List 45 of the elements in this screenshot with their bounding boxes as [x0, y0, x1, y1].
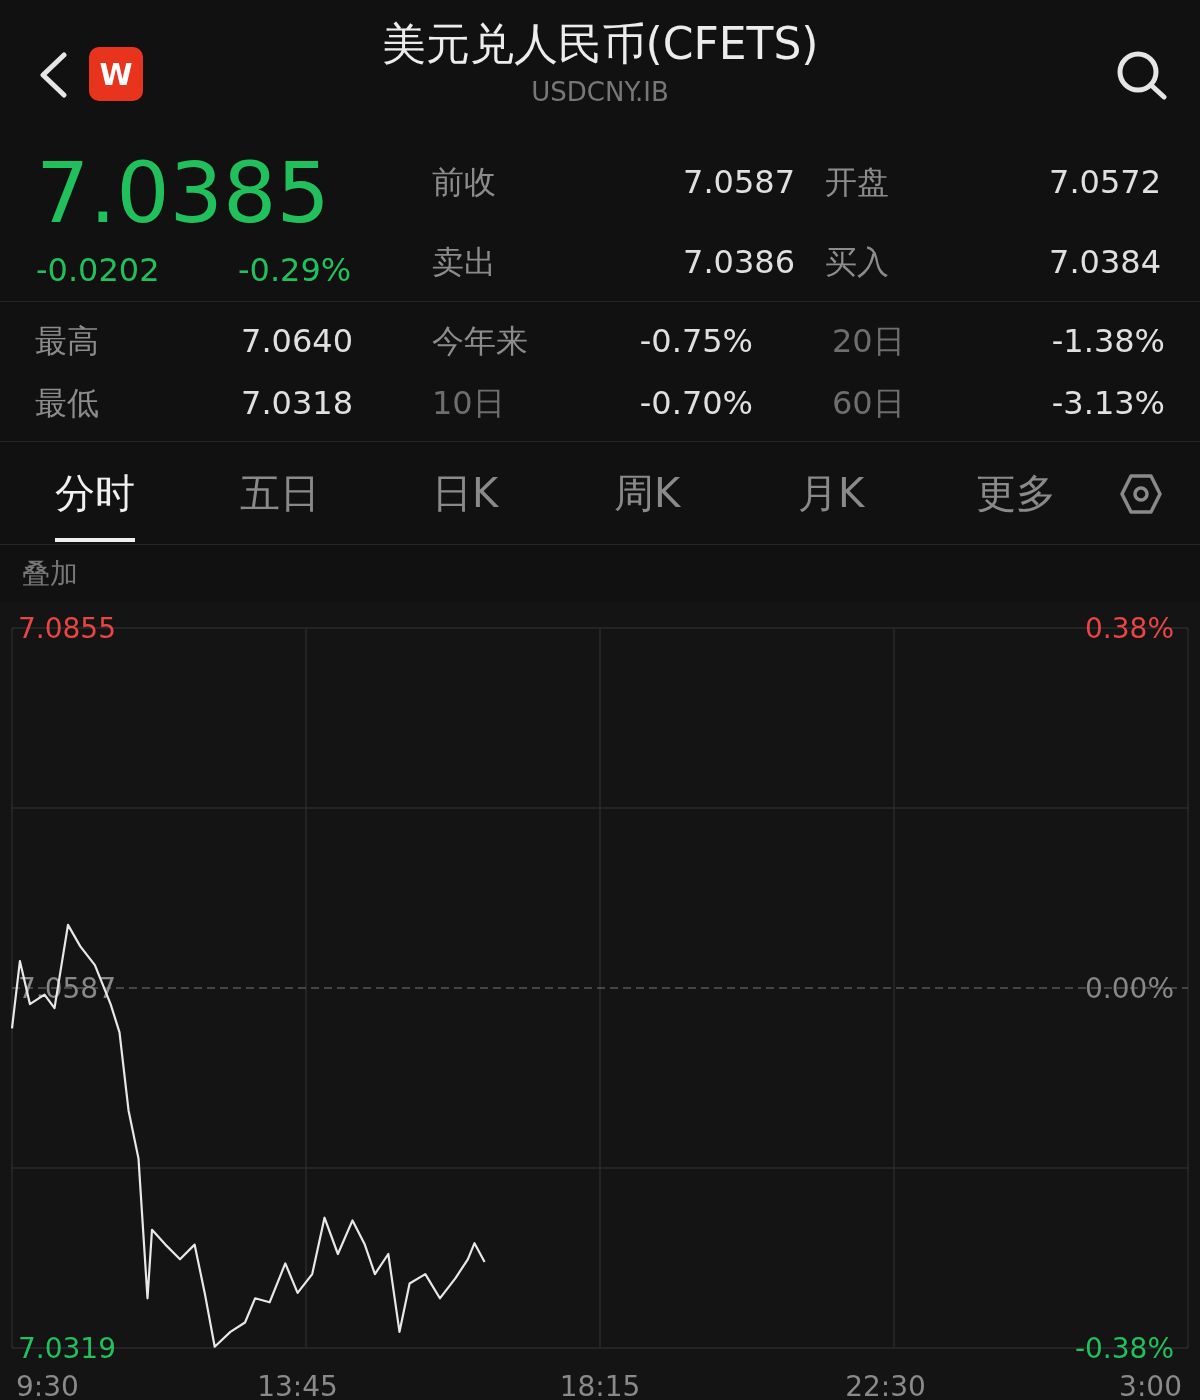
stat-value: -3.13%: [1051, 383, 1165, 422]
chart-tab[interactable]: 五日: [240, 466, 320, 542]
page-title: 美元兑人民币(CFETS): [381, 17, 819, 71]
chart-tab[interactable]: 周K: [614, 466, 681, 542]
stat-value: -1.38%: [1051, 321, 1165, 360]
percent-change: -0.29%: [238, 250, 352, 291]
percent-axis-label: -0.38%: [1074, 1332, 1174, 1365]
price-change: -0.0202: [36, 250, 161, 291]
overlay-button[interactable]: 叠加: [22, 552, 78, 595]
stat-label: 最低: [35, 383, 99, 422]
settings-icon[interactable]: [1120, 473, 1162, 515]
time-axis-label: 3:00: [1119, 1370, 1182, 1400]
stat-value: -0.75%: [639, 321, 753, 360]
percent-axis-label: 0.00%: [1085, 972, 1174, 1005]
time-axis-label: 13:45: [257, 1370, 338, 1400]
stat-value: 7.0572: [1049, 163, 1161, 201]
stat-value: 7.0587: [683, 163, 795, 201]
stat-label: 前收: [432, 163, 496, 201]
stat-label: 20日: [832, 321, 905, 360]
stat-label: 最高: [35, 321, 99, 360]
time-axis-label: 22:30: [845, 1370, 926, 1400]
stat-label: 卖出: [432, 243, 496, 281]
stat-value: 7.0386: [683, 243, 795, 281]
back-icon[interactable]: [38, 52, 68, 98]
chart-tab[interactable]: 日K: [432, 466, 499, 542]
stat-value: 7.0640: [241, 321, 353, 360]
price-axis-label: 7.0319: [18, 1332, 116, 1365]
time-axis-label: 9:30: [16, 1370, 79, 1400]
price-axis-label: 7.0855: [18, 612, 116, 645]
chart-tab[interactable]: 更多: [976, 466, 1056, 542]
stat-label: 60日: [832, 383, 905, 422]
current-price: 7.0385: [36, 144, 331, 242]
time-axis-label: 18:15: [559, 1370, 641, 1400]
stat-value: 7.0318: [241, 383, 353, 422]
chart-tab[interactable]: 分时: [55, 466, 135, 542]
stat-label: 10日: [432, 383, 505, 422]
stat-value: 7.0384: [1049, 243, 1161, 281]
chart-tab[interactable]: 月K: [798, 466, 865, 542]
stat-label: 今年来: [432, 321, 528, 360]
stat-value: -0.70%: [639, 383, 753, 422]
symbol-code: USDCNY.IB: [531, 76, 669, 109]
percent-axis-label: 0.38%: [1085, 612, 1174, 645]
stat-label: 买入: [825, 243, 889, 281]
app-logo[interactable]: W: [89, 47, 143, 101]
stat-label: 开盘: [825, 163, 889, 201]
